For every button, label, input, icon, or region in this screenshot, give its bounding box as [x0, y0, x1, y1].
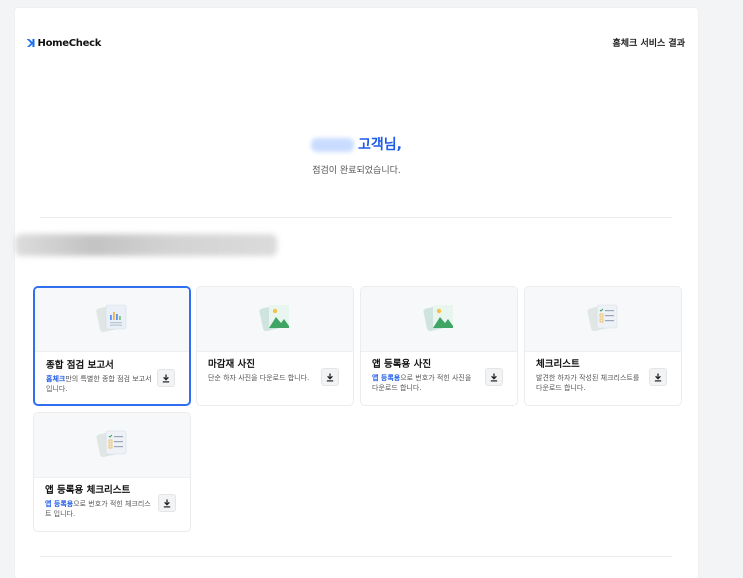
divider	[40, 217, 672, 218]
card-app-checklist[interactable]: 앱 등록용 체크리스트 앱 등록용으로 번호가 적힌 체크리스트 입니다.	[33, 412, 191, 532]
card-checklist[interactable]: 체크리스트 발견한 하자가 작성된 체크리스트를 다운로드 합니다.	[524, 286, 682, 406]
top-bar: ꓘ HomeCheck 홈체크 서비스 결과	[15, 36, 698, 56]
logo-text: HomeCheck	[37, 38, 102, 49]
card-description: 홈체크만의 특별한 종합 점검 보고서입니다.	[46, 375, 152, 393]
homecheck-logo[interactable]: ꓘ HomeCheck	[27, 37, 101, 51]
card-description: 앱 등록용으로 번호가 적힌 체크리스트 입니다.	[45, 500, 151, 518]
divider	[40, 556, 672, 557]
greeting-title: 고객님,	[358, 137, 402, 153]
download-icon	[490, 373, 498, 381]
download-button[interactable]	[158, 494, 176, 512]
checklist-icon	[96, 430, 127, 458]
results-panel: ꓘ HomeCheck 홈체크 서비스 결과 고객님, 점검이 완료되었습니다.	[15, 8, 698, 578]
download-button[interactable]	[321, 368, 339, 386]
card-comprehensive-report[interactable]: 종합 점검 보고서 홈체크만의 특별한 종합 점검 보고서입니다.	[33, 286, 191, 406]
checklist-icon	[587, 304, 618, 332]
card-app-photos[interactable]: 앱 등록용 사진 앱 등록용으로 번호가 적힌 사진을 다운로드 합니다.	[360, 286, 518, 406]
redacted-address	[15, 234, 277, 256]
header-title: 홈체크 서비스 결과	[612, 39, 685, 49]
photo-icon	[259, 305, 289, 332]
card-title: 마감재 사진	[208, 359, 256, 370]
card-title: 체크리스트	[536, 359, 580, 370]
download-button[interactable]	[157, 369, 175, 387]
download-icon	[654, 373, 662, 381]
report-chart-icon	[96, 304, 127, 333]
download-icon	[163, 499, 171, 507]
greeting-subtitle: 점검이 완료되었습니다.	[312, 166, 401, 176]
card-description: 앱 등록용으로 번호가 적힌 사진을 다운로드 합니다.	[372, 374, 472, 392]
card-title: 앱 등록용 사진	[372, 359, 432, 370]
card-title: 앱 등록용 체크리스트	[45, 485, 131, 496]
download-button[interactable]	[649, 368, 667, 386]
download-icon	[326, 373, 334, 381]
photo-icon	[423, 305, 453, 332]
customer-name-redacted	[311, 138, 355, 152]
greeting-section: 고객님, 점검이 완료되었습니다.	[15, 135, 698, 177]
download-icon	[162, 374, 170, 382]
logo-mark-icon: ꓘ	[27, 37, 36, 50]
card-title: 종합 점검 보고서	[46, 360, 114, 371]
card-description: 단순 하자 사진을 다운로드 합니다.	[208, 374, 310, 382]
download-button[interactable]	[485, 368, 503, 386]
card-description: 발견한 하자가 작성된 체크리스트를 다운로드 합니다.	[536, 374, 640, 392]
card-finish-photos[interactable]: 마감재 사진 단순 하자 사진을 다운로드 합니다.	[196, 286, 354, 406]
